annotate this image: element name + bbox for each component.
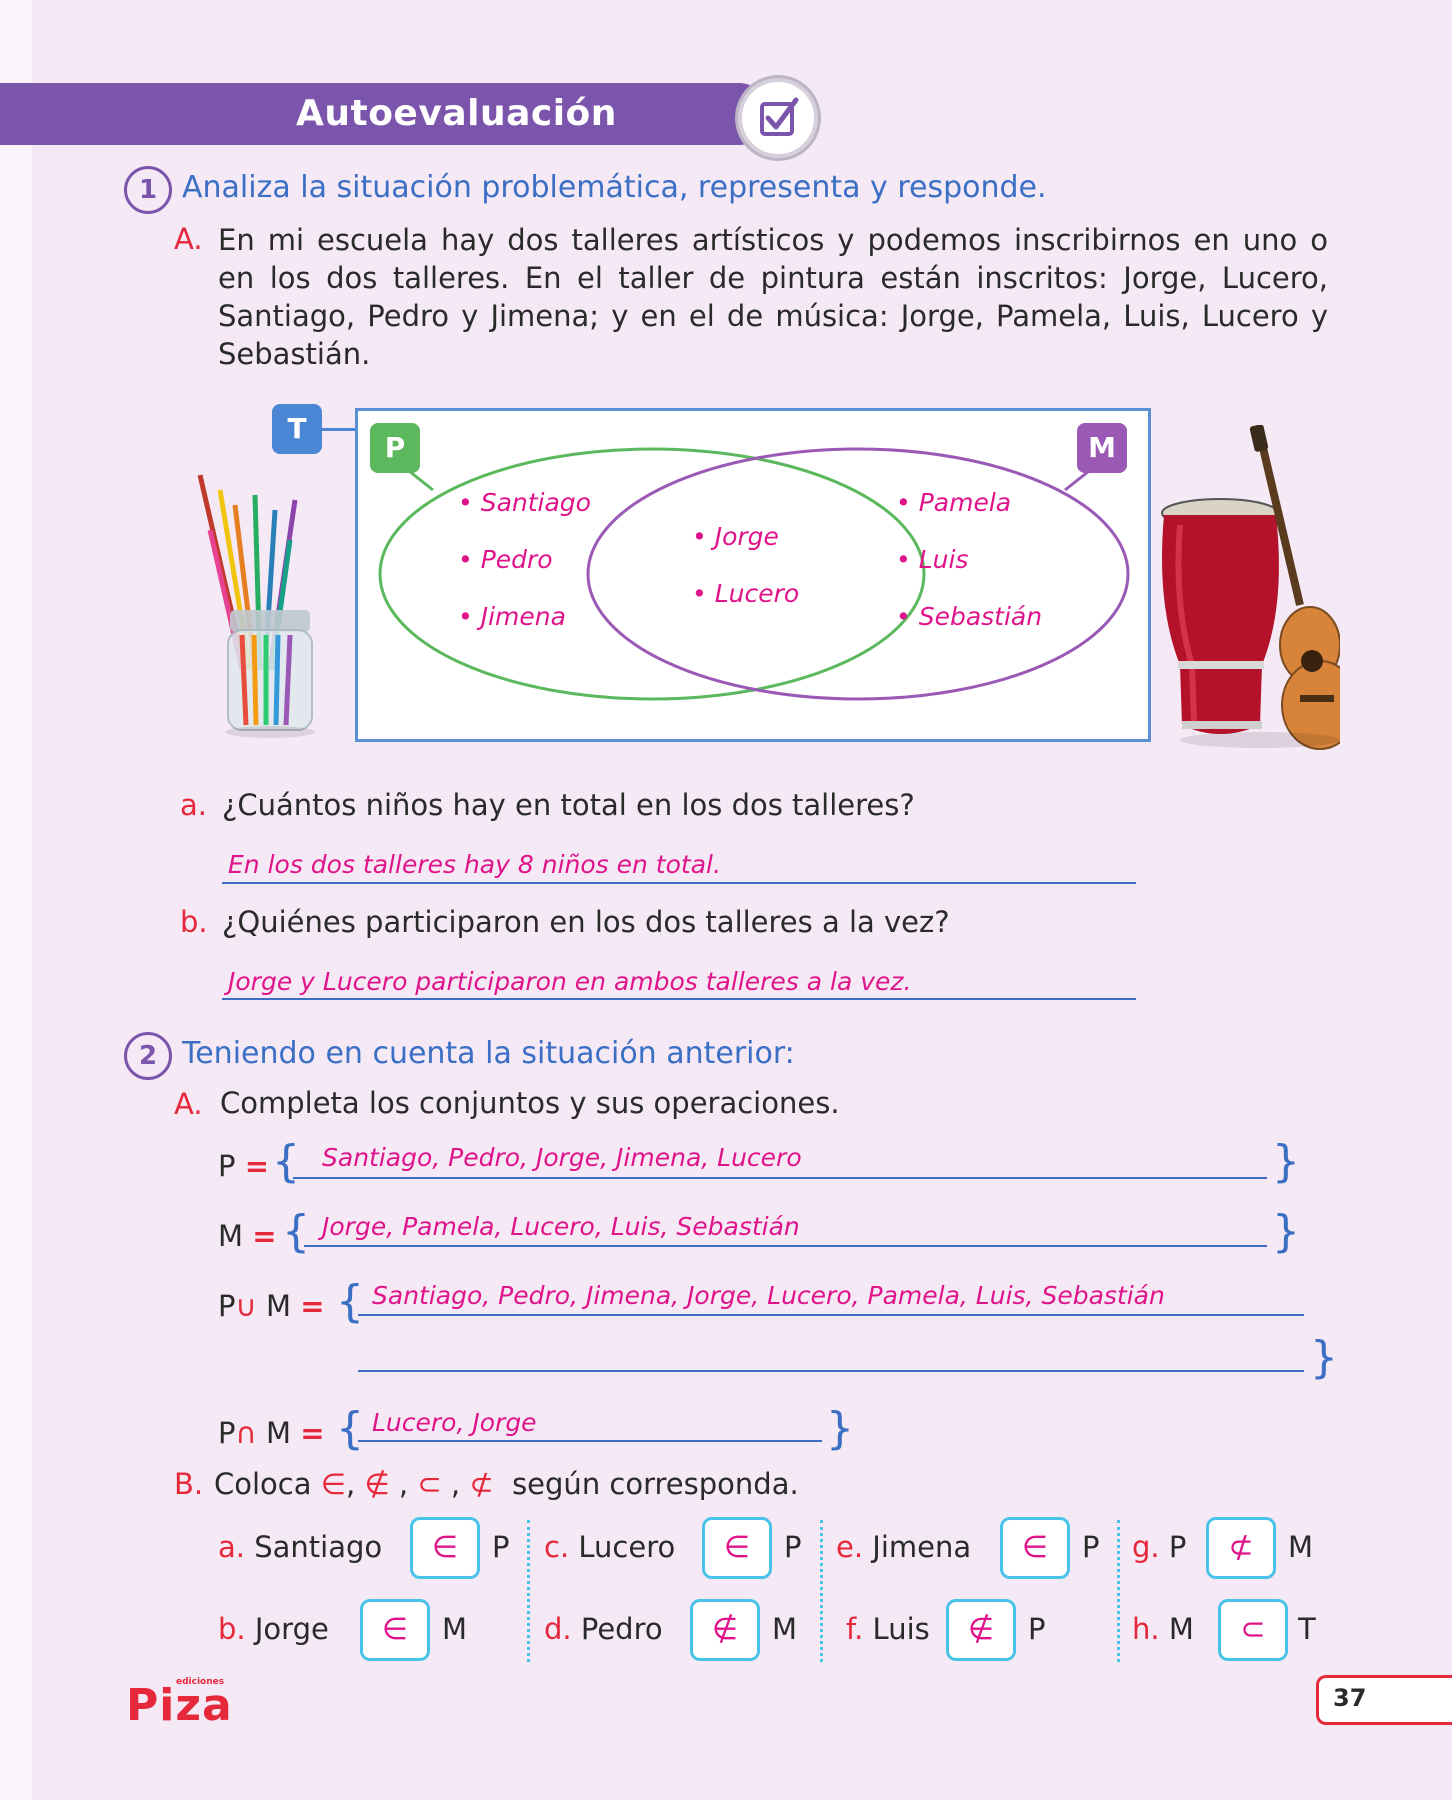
item-letter: A. <box>174 222 203 256</box>
question-a: ¿Cuántos niños hay en total en los dos t… <box>222 788 915 822</box>
set-name: M <box>772 1612 798 1646</box>
publisher-logo: Piza <box>126 1680 233 1731</box>
open-brace: { <box>336 1403 364 1454</box>
page-number-tab: 37 <box>1316 1675 1452 1725</box>
union-answer: Santiago, Pedro, Jimena, Jorge, Lucero, … <box>372 1281 1165 1310</box>
answer-line <box>358 1370 1304 1372</box>
answer-line <box>222 882 1136 884</box>
close-brace: } <box>1272 1136 1300 1187</box>
page-margin <box>0 0 32 1800</box>
union-label: P∪ M = <box>218 1289 325 1323</box>
column-separator <box>1117 1520 1120 1662</box>
set-name: M <box>1288 1530 1314 1564</box>
membership-item-a: a. Santiago <box>218 1530 383 1564</box>
symbol-box-b[interactable]: ∈ <box>360 1599 430 1661</box>
answer-b: Jorge y Lucero participaron en ambos tal… <box>228 967 912 996</box>
venn-element: • Jorge <box>692 522 779 551</box>
close-brace: } <box>826 1403 854 1454</box>
checkbox-check-icon <box>738 78 818 158</box>
set-name: P <box>784 1530 802 1564</box>
page-number: 37 <box>1333 1684 1367 1712</box>
question-2-heading: Teniendo en cuenta la situación anterior… <box>182 1036 795 1071</box>
membership-item-f: f. Luis <box>846 1612 930 1646</box>
venn-element: • Pamela <box>896 488 1012 517</box>
intersection-answer: Lucero, Jorge <box>372 1408 537 1437</box>
question-number-1: 1 <box>124 166 172 214</box>
answer-line <box>222 998 1136 1000</box>
set-p-answer: Santiago, Pedro, Jorge, Jimena, Lucero <box>322 1143 802 1172</box>
symbol-box-d[interactable]: ∉ <box>690 1599 760 1661</box>
symbol-box-h[interactable]: ⊂ <box>1218 1599 1288 1661</box>
set-label-M: M <box>1077 423 1127 473</box>
intersection-label: P∩ M = <box>218 1416 325 1450</box>
item-letter: A. <box>174 1087 203 1121</box>
symbol-box-c[interactable]: ∈ <box>702 1517 772 1579</box>
membership-item-e: e. Jimena <box>836 1530 972 1564</box>
venn-element: • Luis <box>896 545 969 574</box>
venn-element: • Jimena <box>458 602 566 631</box>
set-name: P <box>492 1530 510 1564</box>
membership-item-b: b. Jorge <box>218 1612 329 1646</box>
membership-item-h: h. M <box>1132 1612 1194 1646</box>
venn-element: • Santiago <box>458 488 591 517</box>
column-separator <box>820 1520 823 1662</box>
membership-item-d: d. Pedro <box>544 1612 663 1646</box>
membership-item-c: c. Lucero <box>544 1530 676 1564</box>
close-brace: } <box>1272 1206 1300 1257</box>
set-name: P <box>1082 1530 1100 1564</box>
question-1-heading: Analiza la situación problemática, repre… <box>182 170 1047 205</box>
set-name: P <box>1028 1612 1046 1646</box>
answer-line <box>358 1440 822 1442</box>
instruction-A: Completa los conjuntos y sus operaciones… <box>220 1086 840 1120</box>
problem-statement: En mi escuela hay dos talleres artístico… <box>218 223 1328 371</box>
open-brace: { <box>336 1276 364 1327</box>
venn-element: • Pedro <box>458 545 553 574</box>
item-letter: a. <box>180 788 207 822</box>
answer-line <box>358 1314 1304 1316</box>
venn-element: • Sebastián <box>896 602 1043 631</box>
question-b: ¿Quiénes participaron en los dos tallere… <box>222 905 950 939</box>
universe-label-T: T <box>272 404 322 454</box>
conga-guitar-illustration <box>1160 424 1359 750</box>
item-letter: b. <box>180 905 208 939</box>
venn-circles <box>378 447 1130 701</box>
close-brace: } <box>1310 1332 1338 1383</box>
symbol-box-f[interactable]: ∉ <box>946 1599 1016 1661</box>
symbol-box-g[interactable]: ⊄ <box>1206 1517 1276 1579</box>
set-m-label: M = <box>218 1219 277 1253</box>
answer-line <box>304 1245 1267 1247</box>
instruction-B: Coloca ∈, ∉ , ⊂ , ⊄ según corresponda. <box>214 1467 799 1501</box>
item-letter: B. <box>174 1467 204 1501</box>
set-name: M <box>442 1612 468 1646</box>
paintbrush-jar-illustration <box>180 470 320 740</box>
answer-a: En los dos talleres hay 8 niños en total… <box>228 850 721 879</box>
universe-connector <box>322 428 356 431</box>
venn-element: • Lucero <box>692 579 800 608</box>
symbol-box-a[interactable]: ∈ <box>410 1517 480 1579</box>
set-label-P: P <box>370 423 420 473</box>
page-title: Autoevaluación <box>296 93 617 134</box>
open-brace: { <box>282 1206 310 1257</box>
question-number-2: 2 <box>124 1032 172 1080</box>
column-separator <box>527 1520 530 1662</box>
symbol-box-e[interactable]: ∈ <box>1000 1517 1070 1579</box>
set-m-answer: Jorge, Pamela, Lucero, Luis, Sebastián <box>322 1212 800 1241</box>
set-p-label: P = <box>218 1149 270 1183</box>
membership-item-g: g. P <box>1132 1530 1187 1564</box>
answer-line <box>293 1177 1267 1179</box>
set-name: T <box>1298 1612 1316 1646</box>
